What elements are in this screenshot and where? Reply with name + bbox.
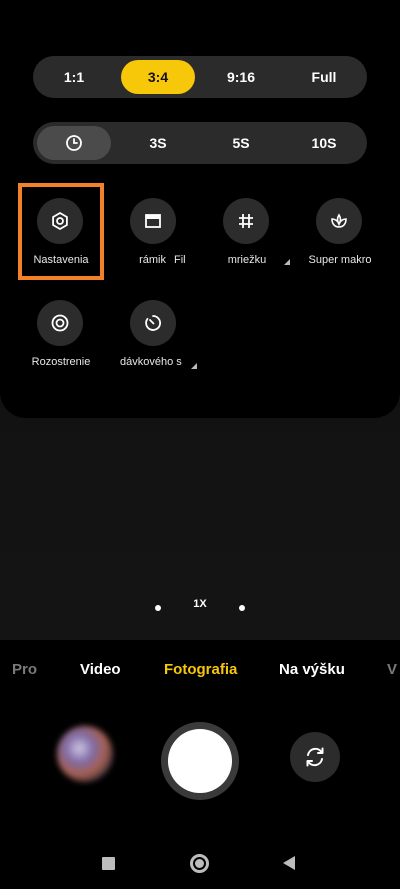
ratio-9-16-button[interactable]: 9:16: [204, 60, 278, 94]
zoom-option-dot[interactable]: [155, 605, 161, 611]
super-macro-button[interactable]: [316, 198, 362, 244]
selection-highlight: [18, 183, 104, 280]
filter-option[interactable]: Fil: [160, 198, 200, 278]
switch-camera-button[interactable]: [290, 732, 340, 782]
timer-off-button[interactable]: [37, 126, 111, 160]
bottom-controls: Pro Video Fotografia Na výšku V: [0, 640, 400, 889]
blur-option[interactable]: Rozostrenie: [13, 300, 109, 380]
burst-timer-option[interactable]: dávkového s: [106, 300, 202, 380]
grid-button[interactable]: [223, 198, 269, 244]
filter-label: Fil: [174, 254, 186, 266]
timer-selector: 3S 5S 10S: [33, 122, 367, 164]
more-indicator-icon: [284, 259, 290, 265]
grid-label: mriežku: [227, 254, 267, 266]
back-button[interactable]: [283, 856, 295, 870]
super-macro-label: Super makro: [308, 254, 372, 266]
frame-label: rámik: [139, 254, 166, 266]
ratio-3-4-button[interactable]: 3:4: [121, 60, 195, 94]
options-panel: 1:1 3:4 9:16 Full 3S 5S 10S Nastavenia r…: [0, 0, 400, 418]
super-macro-option[interactable]: Super makro: [292, 198, 388, 278]
timer-5s-button[interactable]: 5S: [204, 126, 278, 160]
mode-video-tab[interactable]: Video: [80, 661, 121, 678]
aspect-ratio-selector: 1:1 3:4 9:16 Full: [33, 56, 367, 98]
timer-10s-button[interactable]: 10S: [287, 126, 361, 160]
grid-option[interactable]: mriežku: [199, 198, 295, 278]
shutter-button[interactable]: [161, 722, 239, 800]
mode-photo-tab[interactable]: Fotografia: [164, 661, 237, 678]
blur-label: Rozostrenie: [31, 356, 91, 368]
gallery-thumbnail[interactable]: [57, 726, 113, 782]
zoom-level-button[interactable]: 1X: [187, 598, 213, 610]
burst-timer-icon: [145, 315, 161, 331]
macro-flower-icon: [331, 213, 347, 228]
blur-button[interactable]: [37, 300, 83, 346]
more-indicator-icon: [191, 363, 197, 369]
ratio-1-1-button[interactable]: 1:1: [37, 60, 111, 94]
mode-pro-tab[interactable]: Pro: [12, 661, 37, 678]
burst-timer-button[interactable]: [130, 300, 176, 346]
ratio-full-button[interactable]: Full: [287, 60, 361, 94]
switch-camera-icon: [306, 747, 324, 767]
shutter-inner: [168, 729, 232, 793]
mode-next-tab[interactable]: V: [387, 661, 397, 678]
home-button[interactable]: [190, 854, 209, 873]
recent-apps-button[interactable]: [102, 857, 115, 870]
zoom-selector: 1X: [0, 596, 400, 620]
zoom-option-dot[interactable]: [239, 605, 245, 611]
mode-portrait-tab[interactable]: Na výšku: [279, 661, 345, 678]
clock-icon: [66, 135, 82, 151]
timer-3s-button[interactable]: 3S: [121, 126, 195, 160]
grid-icon: [239, 214, 253, 228]
system-navigation-bar: [0, 845, 400, 885]
burst-timer-label: dávkového s: [120, 356, 182, 368]
blur-icon: [51, 314, 69, 332]
